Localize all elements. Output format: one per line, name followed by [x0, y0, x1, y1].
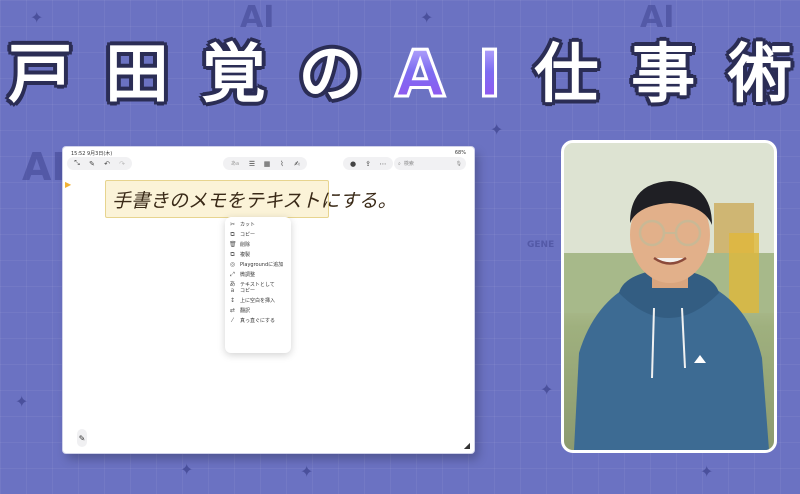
ipad-notes-screenshot: 15:52 9月3日(木) 68% ⤡ ✎ ↶ ↷ あa ☰ ▦ ⌇ ✍ ● ⇪…	[63, 147, 474, 453]
markup-icon[interactable]: ✍	[293, 160, 301, 168]
menu-item-label: 翻訳	[240, 308, 251, 314]
sparkle-icon: ✦	[700, 462, 714, 481]
compose-icon[interactable]: ✎	[88, 160, 96, 168]
title-char: 術	[727, 38, 792, 112]
translate-icon: ⇄	[229, 307, 236, 314]
menu-item[interactable]: ✂ カット	[225, 220, 291, 230]
sparkle-icon: ✦	[540, 380, 554, 399]
straighten-icon: ⤢	[230, 271, 235, 278]
menu-item[interactable]: ↕ 上に空白を挿入	[225, 296, 291, 306]
table-icon[interactable]: ▦	[263, 160, 271, 168]
menu-item-label: Playgroundに追加	[240, 262, 284, 268]
undo-icon[interactable]: ↶	[103, 160, 111, 168]
sparkle-icon: ✦	[15, 392, 29, 411]
menu-item-label: テキストとして コピー	[240, 282, 275, 294]
ai-watermark-icon: AI	[640, 0, 675, 35]
menu-item[interactable]: ⧉ 複製	[225, 250, 291, 260]
more-icon[interactable]: ⋯	[379, 160, 387, 168]
genai-watermark-icon: GENE	[527, 240, 555, 250]
copy-icon: ⧉	[230, 231, 235, 238]
ai-watermark-icon: AI	[22, 145, 66, 189]
right-toolbar: ● ⇪ ⋯	[343, 157, 393, 170]
menu-item[interactable]: ◎ Playgroundに追加	[225, 260, 291, 270]
menu-item-label: 微調整	[240, 272, 256, 278]
menu-item-label: 上に空白を挿入	[240, 298, 276, 304]
battery-status: 68%	[454, 150, 466, 156]
handwriting-selection[interactable]: 手書きのメモをテキストにする。	[105, 180, 397, 218]
resize-corner-icon: ◢	[463, 441, 470, 450]
title-char-ai: A	[394, 37, 447, 114]
straighten-line-icon: ⁄	[231, 317, 233, 324]
playground-icon: ◎	[229, 261, 236, 268]
left-toolbar: ⤡ ✎ ↶ ↷	[67, 157, 132, 170]
microphone-icon[interactable]: 🎙	[456, 161, 462, 167]
share-icon[interactable]: ⇪	[364, 160, 372, 168]
menu-item[interactable]: 🗑 削除	[225, 240, 291, 250]
selection-handle-icon[interactable]: ▶	[65, 180, 71, 189]
menu-item[interactable]: ⤢ 微調整	[225, 270, 291, 280]
trash-icon: 🗑	[229, 241, 237, 248]
context-menu: ✂ カット ⧉ コピー 🗑 削除 ⧉ 複製 ◎ Playgroundに追加 ⤢ 微調整 あa テキストとし…	[225, 217, 291, 353]
author-photo	[561, 140, 777, 453]
text-copy-icon: あa	[229, 281, 236, 294]
insert-space-icon: ↕	[229, 297, 236, 304]
title-char: 事	[631, 38, 696, 112]
menu-item-label: コピー	[240, 232, 256, 238]
status-time: 15:52 9月3日(木)	[71, 151, 113, 157]
ai-watermark-icon: AI	[240, 0, 275, 35]
checklist-icon[interactable]: ☰	[248, 160, 256, 168]
collapse-icon[interactable]: ⤡	[73, 159, 81, 168]
title-char: 覚	[201, 38, 266, 112]
menu-item-label: 削除	[240, 242, 251, 248]
search-input[interactable]: ⌕ 検索 🎙	[394, 157, 466, 170]
sparkle-icon: ✦	[490, 120, 504, 139]
title-char: の	[298, 38, 363, 112]
sparkle-icon: ✦	[420, 8, 434, 27]
text-format-button[interactable]: あa	[229, 160, 241, 168]
menu-item[interactable]: あa テキストとして コピー	[225, 280, 291, 296]
redo-icon[interactable]: ↷	[118, 160, 126, 168]
pencil-tool-icon[interactable]: ✎	[77, 429, 87, 447]
scissors-icon: ✂	[229, 221, 236, 228]
title-char-ai: I	[476, 37, 503, 114]
page-title: 戸 田 覚 の A I 仕 事 術	[8, 37, 792, 114]
menu-item[interactable]: ⇄ 翻訳	[225, 306, 291, 316]
pen-tool-icon[interactable]: ●	[349, 160, 357, 168]
handwritten-note: 手書きのメモをテキストにする。	[112, 190, 397, 212]
search-placeholder: 検索	[403, 161, 414, 167]
title-char: 戸	[8, 38, 72, 112]
sparkle-icon: ✦	[180, 460, 194, 479]
menu-item-label: 真っ直ぐにする	[240, 318, 276, 324]
menu-item-label: カット	[240, 222, 256, 228]
menu-item[interactable]: ⧉ コピー	[225, 230, 291, 240]
title-char: 田	[104, 38, 169, 112]
attachment-icon[interactable]: ⌇	[278, 160, 286, 168]
sparkle-icon: ✦	[300, 462, 314, 481]
duplicate-icon: ⧉	[230, 251, 235, 258]
title-char: 仕	[534, 38, 599, 112]
search-icon: ⌕	[398, 160, 401, 167]
format-toolbar: あa ☰ ▦ ⌇ ✍	[223, 157, 307, 170]
menu-item[interactable]: ⁄ 真っ直ぐにする	[225, 316, 291, 326]
menu-item-label: 複製	[240, 252, 251, 258]
person-portrait	[564, 143, 774, 450]
sparkle-icon: ✦	[30, 8, 44, 27]
